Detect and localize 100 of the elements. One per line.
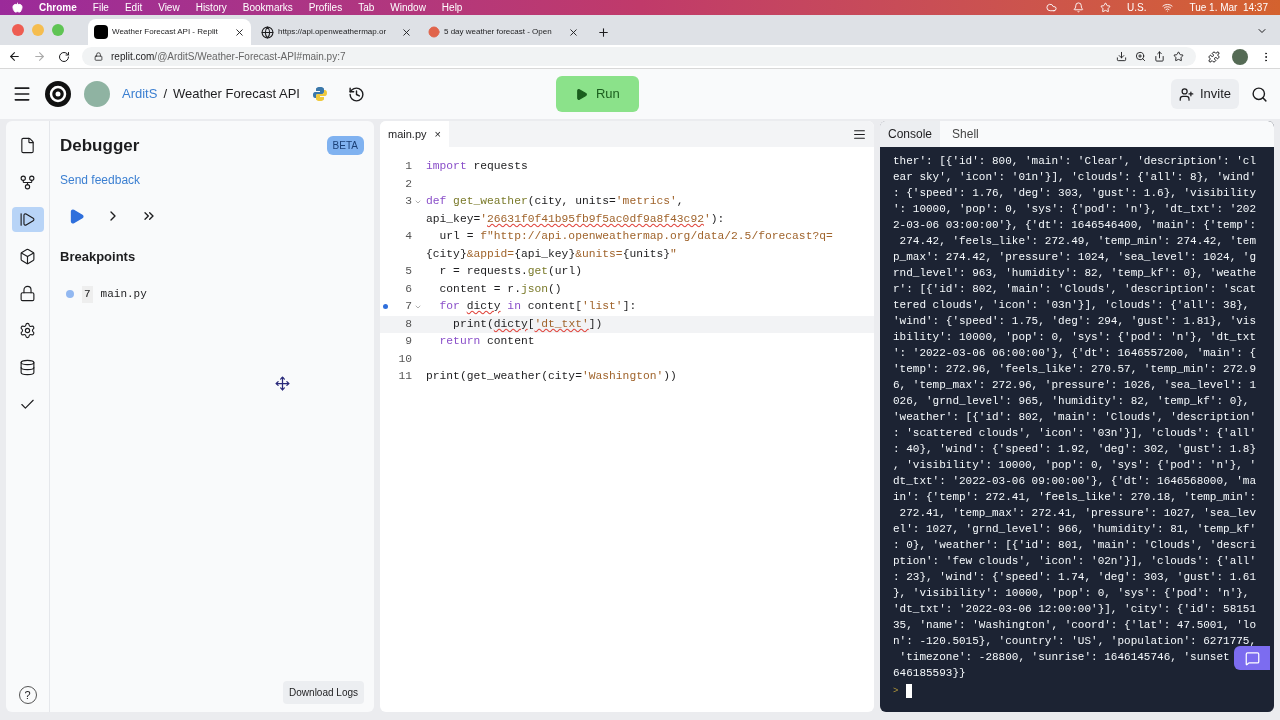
console-output-line: 026, 'grnd_level': 965, 'humidity': 82, 'temp_kf': 0}, [893, 394, 1250, 409]
input-source[interactable]: U.S. [1127, 0, 1147, 15]
breakpoint-item[interactable]: 7 main.py [66, 286, 364, 303]
lock-icon [94, 52, 103, 61]
download-logs-button[interactable]: Download Logs [283, 681, 364, 704]
menu-item[interactable]: Bookmarks [242, 0, 293, 15]
browser-tab[interactable]: Weather Forecast API - Replit [88, 19, 251, 45]
code-line: 9 return content [404, 334, 536, 349]
menu-app[interactable]: Chrome [39, 0, 77, 15]
address-field[interactable]: replit.com/@ArditS/Weather-Forecast-API#main.py:7 [82, 47, 1196, 66]
run-button[interactable]: Run [555, 76, 639, 112]
menu-item[interactable]: Edit [124, 0, 143, 15]
console-output-line: 274.42, 'feels_like': 272.49, 'temp_min': 274.42, 'tem [898, 234, 1257, 249]
zoom-icon[interactable] [1135, 51, 1146, 62]
menu-item[interactable]: Profiles [308, 0, 343, 15]
extensions-icon[interactable] [1208, 50, 1220, 63]
weather-icon [428, 26, 440, 38]
play-icon[interactable] [68, 207, 85, 225]
lock-icon [19, 285, 36, 302]
console-output-line: : 'scattered clouds', 'icon': '03n'}], 'clouds': {'all' [893, 426, 1257, 441]
menu-item[interactable]: Tab [358, 0, 375, 15]
console-output-line: ther': [{'id': 800, 'main': 'Clear', 'description': 'cl [893, 154, 1257, 169]
console-output-line: 35, 'name': 'Washington', 'coord': {'lat': 47.5001, 'lo [893, 618, 1257, 633]
menu-clock: Tue 1. Mar 14:37 [1189, 1, 1268, 15]
replit-logo-icon [94, 25, 108, 39]
repl-name[interactable]: Weather Forecast API [173, 84, 300, 104]
menu-item[interactable]: History [195, 0, 227, 15]
share-icon[interactable] [1154, 51, 1165, 62]
sidebar-button[interactable] [11, 207, 44, 232]
invite-button[interactable]: Invite [1170, 79, 1239, 109]
console-output-line: ': '2022-03-06 06:00:00'}, {'dt': 1646557200, 'main': { [893, 346, 1257, 361]
browser-tab[interactable]: https://api.openweathermap.or [255, 19, 418, 45]
code-line-wrap: {city}&appid={api_key}&units={units}" [425, 246, 678, 262]
cloud-icon[interactable] [1046, 2, 1057, 13]
menu-item[interactable]: View [158, 0, 180, 15]
back-icon[interactable] [8, 50, 21, 63]
code-line: 11 print(get_weather(city='Washington')) [397, 369, 678, 384]
console-output-line: , 'visibility': 10000, 'pop': 0, 'sys': {'pod': 'n'}, ' [893, 458, 1257, 473]
menu-item[interactable]: Help [441, 0, 463, 15]
apple-icon [12, 2, 23, 13]
console-tab[interactable]: Console [880, 121, 941, 147]
cube-icon [19, 248, 36, 265]
replit-logo-icon[interactable] [44, 80, 72, 108]
section-title: Breakpoints [60, 247, 137, 266]
console-output-line: 'weather': [{'id': 802, 'main': 'Clouds', 'description' [893, 410, 1257, 425]
search-icon[interactable] [1251, 85, 1268, 103]
console-output-line: ibility': 10000, 'pop': 0, 'sys': {'pod': 'n'}, 'dt_txt [893, 330, 1257, 345]
close-icon[interactable] [234, 26, 245, 38]
console-output-line: el': 1027, 'grnd_level': 966, 'humidity': 81, 'temp_kf' [893, 522, 1257, 537]
code-line: 2 [404, 176, 413, 192]
code-line: 5 r = requests.get(url) [404, 264, 583, 279]
close-tab-button[interactable]: × [434, 125, 441, 143]
wifi-icon[interactable] [1162, 2, 1174, 13]
console-output-line: 646185593}} [893, 666, 966, 681]
user-link[interactable]: ArditS [122, 84, 158, 104]
console-output-line: r': [{'id': 802, 'main': 'Clouds', 'description': 'scat [893, 282, 1257, 297]
console-output-line: : 23}, 'wind': {'speed': 1.74, 'deg': 303, 'gust': 1.61 [893, 570, 1257, 585]
layout-icon[interactable] [853, 127, 866, 141]
console-output-line: 'dt_txt': '2022-03-06 12:00:00'}], 'city': {'id': 58151 [893, 602, 1257, 617]
code-line: 3 def get_weather(city, units='metrics', [404, 194, 685, 209]
profile-avatar[interactable] [1232, 48, 1248, 65]
play-icon [575, 87, 588, 101]
menu-item[interactable]: File [92, 0, 109, 15]
chat-icon [1244, 650, 1260, 666]
close-window-button[interactable] [12, 24, 24, 36]
python-icon [311, 86, 328, 102]
console-tab[interactable]: Shell [944, 121, 987, 147]
code-line-wrap: api_key='26631f0f41b95fb9f5ac0df9a8f43c92'): [425, 211, 726, 227]
branch-icon [19, 174, 36, 191]
close-icon[interactable] [568, 26, 579, 38]
console-output-line: tered clouds', 'icon': '03n'}], 'clouds': {'all': 38}, [893, 298, 1250, 313]
feedback-link[interactable]: Send feedback [60, 170, 364, 189]
console-prompt: > [893, 685, 899, 698]
step-icon [19, 211, 36, 228]
install-icon[interactable] [1116, 51, 1127, 62]
browser-tab[interactable]: 5 day weather forecast - Open [422, 19, 585, 45]
menu-icon[interactable] [12, 84, 32, 104]
move-cursor-icon [275, 376, 290, 391]
bookmark-icon[interactable] [1173, 51, 1184, 62]
star-icon[interactable] [1100, 2, 1111, 13]
console-output-line: }, 'visibility': 10000, 'pop': 0, 'sys': {'pod': 'n'}, [893, 586, 1250, 601]
code-line: 1 import requests [404, 159, 529, 174]
history-icon[interactable] [347, 85, 365, 103]
file-tab[interactable]: main.py × [380, 121, 449, 147]
console-output-line: ear sky', 'icon': '01n'}], 'clouds': {'all': 8}, 'wind' [893, 170, 1257, 185]
new-tab-icon[interactable] [597, 26, 610, 39]
chat-button[interactable] [1234, 646, 1270, 670]
panel-title: Debugger [60, 135, 140, 157]
text-cursor [906, 684, 913, 698]
close-icon[interactable] [401, 26, 412, 38]
reload-icon[interactable] [58, 50, 70, 63]
bell-icon[interactable] [1073, 2, 1084, 13]
file-icon [19, 137, 36, 154]
console-output-line: 'temp': 272.96, 'feels_like': 270.57, 'temp_min': 272.9 [893, 362, 1257, 377]
menu-item[interactable]: Window [390, 0, 426, 15]
console-output-line: : 0}, 'weather': [{'id': 801, 'main': 'Clouds', 'descri [893, 538, 1257, 553]
console-output-line: in': {'temp': 272.41, 'feels_like': 270.18, 'temp_min': [893, 490, 1257, 505]
code-line: 10 [397, 351, 413, 367]
console-output-line: : 40}, 'wind': {'speed': 1.92, 'deg': 302, 'gust': 1.8} [893, 442, 1257, 457]
console-output-line: dt_txt': '2022-03-06 09:00:00'}, {'dt': 1646568000, 'ma [893, 474, 1257, 489]
